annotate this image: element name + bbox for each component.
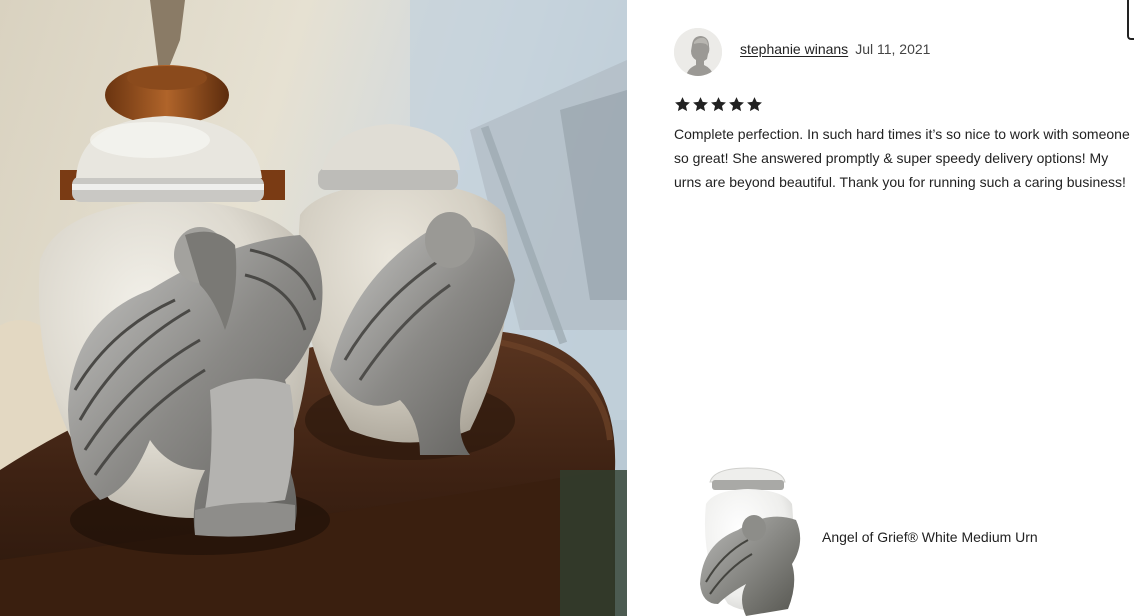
star-icon	[747, 97, 762, 112]
product-thumbnail	[688, 464, 808, 616]
default-user-avatar-icon[interactable]	[674, 28, 722, 76]
review-photo[interactable]	[0, 0, 627, 616]
product-name: Angel of Grief® White Medium Urn	[822, 529, 1038, 545]
panel-edge-frame	[1127, 0, 1134, 40]
star-icon	[675, 97, 690, 112]
reviewer-name-link[interactable]: stephanie winans	[740, 41, 848, 57]
star-rating	[674, 96, 763, 113]
review-panel: stephanie winans Jul 11, 2021 Complete pe…	[627, 0, 1134, 616]
review-photo-image	[0, 0, 627, 616]
star-icon	[693, 97, 708, 112]
review-meta: stephanie winans Jul 11, 2021	[740, 41, 930, 57]
star-icon	[729, 97, 744, 112]
reviewed-product-link[interactable]: Angel of Grief® White Medium Urn	[674, 460, 1129, 616]
review-text: Complete perfection. In such hard times …	[674, 126, 1130, 190]
review-date: Jul 11, 2021	[855, 41, 931, 57]
star-icon	[711, 97, 726, 112]
